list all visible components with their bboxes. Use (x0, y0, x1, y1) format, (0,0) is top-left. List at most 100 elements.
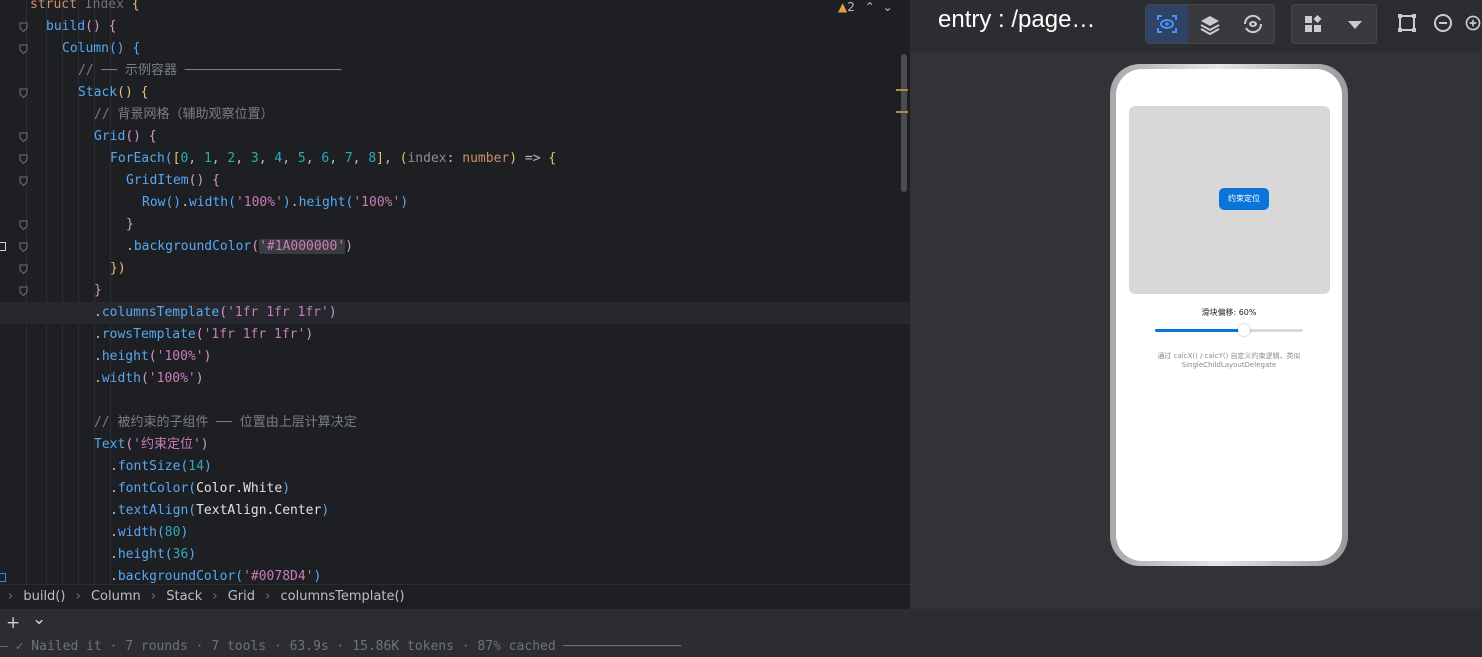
code-line[interactable]: .width(80) (0, 522, 910, 544)
code-token: '100%' (148, 371, 196, 386)
fold-icon[interactable] (19, 88, 28, 98)
chevron-down-icon[interactable]: ⌄ (883, 0, 893, 14)
add-tab-button[interactable]: + (6, 613, 20, 633)
previewer-title: entry : /page… (938, 6, 1096, 33)
code-token: ) (400, 195, 409, 210)
code-token: ) (203, 459, 212, 474)
code-token: () (117, 85, 141, 100)
device-toolbar-group (1291, 4, 1377, 44)
breadcrumb-item[interactable]: Grid (228, 589, 255, 604)
fold-icon[interactable] (19, 154, 28, 164)
code-token: ) (313, 569, 322, 584)
chevron-up-icon[interactable]: ⌃ (865, 0, 875, 14)
code-token: number (462, 151, 510, 166)
code-line[interactable]: } (0, 280, 910, 302)
breadcrumb-item[interactable]: Column (91, 589, 141, 604)
code-token: , (282, 151, 298, 166)
fold-icon[interactable] (19, 22, 28, 32)
preview-eye-button[interactable] (1232, 5, 1274, 43)
dropdown-button[interactable] (1334, 5, 1376, 43)
code-token: '#1A000000' (259, 239, 346, 254)
components-button[interactable] (1292, 5, 1334, 43)
code-token: ( (251, 239, 260, 254)
breadcrumb-item[interactable]: build() (23, 589, 65, 604)
code-line[interactable]: ForEach([0, 1, 2, 3, 4, 5, 6, 7, 8], (in… (0, 148, 910, 170)
code-token: Color.White (196, 481, 283, 496)
eye-refresh-icon (1243, 14, 1263, 34)
breadcrumb-item[interactable]: Stack (166, 589, 202, 604)
code-line[interactable]: Grid() { (0, 126, 910, 148)
slider-thumb[interactable] (1237, 324, 1250, 336)
warning-indicator[interactable]: ▲2 ⌃ ⌄ (838, 0, 893, 15)
inspect-button[interactable] (1146, 5, 1188, 43)
terminal-toolbar: + ⌄ (0, 609, 1482, 637)
code-token: . (110, 503, 118, 518)
constrained-text-button[interactable]: 约束定位 (1219, 188, 1269, 210)
code-line[interactable] (0, 390, 910, 412)
fold-icon[interactable] (19, 242, 28, 252)
code-token: 5 (297, 151, 306, 166)
offset-slider[interactable] (1155, 324, 1303, 336)
code-text: Stack() { (78, 82, 148, 104)
code-token: () (165, 195, 182, 210)
code-line[interactable]: .fontSize(14) (0, 456, 910, 478)
fold-icon[interactable] (19, 286, 28, 296)
fold-icon[interactable] (19, 132, 28, 142)
code-line[interactable]: Row().width('100%').height('100%') (0, 192, 910, 214)
code-line[interactable]: .fontColor(Color.White) (0, 478, 910, 500)
code-line[interactable]: .width('100%') (0, 368, 910, 390)
code-token: { (548, 151, 557, 166)
code-editor[interactable]: struct Index {build() {Column() {// ── 示… (0, 0, 910, 584)
code-token: . (110, 459, 118, 474)
code-token: ] (376, 151, 384, 166)
code-line[interactable]: .rowsTemplate('1fr 1fr 1fr') (0, 324, 910, 346)
chevron-right-icon: › (212, 589, 218, 604)
code-line[interactable]: struct Index { (0, 0, 910, 16)
code-line[interactable]: Text('约束定位') (0, 434, 910, 456)
zoom-in-button[interactable] (1458, 4, 1482, 42)
code-token: '#0078D4' (243, 569, 314, 584)
code-line[interactable]: GridItem() { (0, 170, 910, 192)
device-screen[interactable]: 约束定位 滑块偏移: 60% 通过 calcX() / calcY() 自定义约… (1116, 69, 1342, 561)
code-token: '100%' (156, 349, 204, 364)
chevron-down-button[interactable]: ⌄ (32, 609, 46, 629)
code-token: ( (164, 151, 173, 166)
code-line[interactable]: // 背景网格（辅助观察位置） (0, 104, 910, 126)
code-token: . (94, 305, 102, 320)
breadcrumb-item[interactable]: columnsTemplate() (281, 589, 405, 604)
code-text: Row().width('100%').height('100%') (142, 192, 408, 214)
code-line[interactable]: }) (0, 258, 910, 280)
code-line[interactable]: // ── 示例容器 ──────────────────── (0, 60, 910, 82)
code-line[interactable]: Stack() { (0, 82, 910, 104)
code-line[interactable]: .height('100%') (0, 346, 910, 368)
fold-icon[interactable] (19, 176, 28, 186)
fold-icon[interactable] (19, 220, 28, 230)
code-token: ForEach (110, 151, 165, 166)
fold-icon[interactable] (19, 44, 28, 54)
code-token: , (305, 151, 322, 166)
code-line[interactable]: .height(36) (0, 544, 910, 566)
code-text: .height(36) (110, 544, 196, 566)
code-token: { (148, 129, 157, 144)
editor-scrollbar[interactable] (901, 54, 907, 192)
fold-icon[interactable] (19, 264, 28, 274)
code-line[interactable]: .backgroundColor('#0078D4') (0, 566, 910, 584)
layers-icon (1200, 16, 1220, 35)
code-line[interactable]: } (0, 214, 910, 236)
previewer-header: entry : /page… (910, 0, 1482, 52)
code-line[interactable]: .textAlign(TextAlign.Center) (0, 500, 910, 522)
scroll-marker (896, 89, 908, 91)
code-line[interactable]: Column() { (0, 38, 910, 60)
code-text: Text('约束定位') (94, 434, 209, 456)
code-line[interactable]: .backgroundColor('#1A000000') (0, 236, 910, 258)
code-token: fontColor (117, 481, 189, 496)
code-line[interactable]: // 被约束的子组件 ── 位置由上层计算决定 (0, 412, 910, 434)
code-line[interactable]: .columnsTemplate('1fr 1fr 1fr') (0, 302, 910, 324)
warning-count: 2 (847, 0, 855, 14)
code-text: build() { (46, 16, 116, 38)
code-line[interactable]: build() { (0, 16, 910, 38)
slider-fill (1155, 329, 1244, 332)
code-token: backgroundColor (133, 239, 252, 254)
code-token: . (181, 195, 189, 210)
layers-button[interactable] (1189, 5, 1231, 43)
